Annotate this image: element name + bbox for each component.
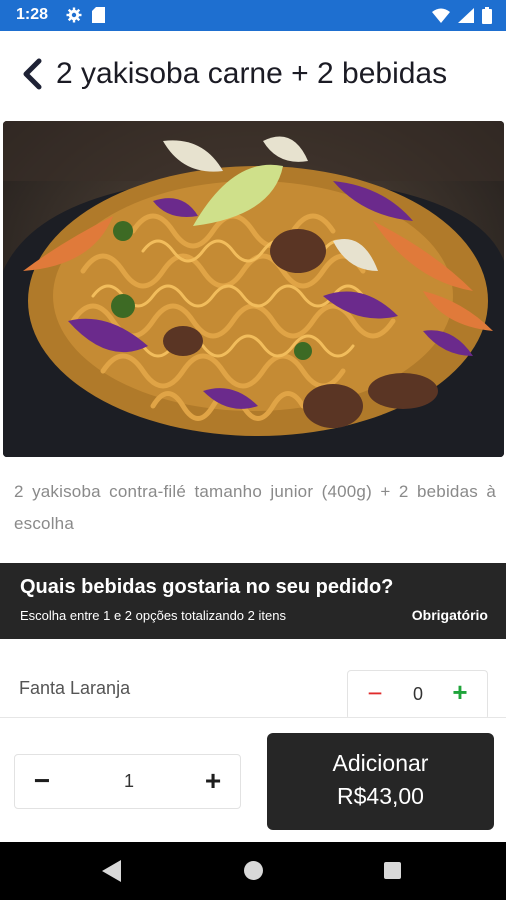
back-arrow-icon[interactable] (18, 56, 46, 92)
nav-recent-icon[interactable] (384, 862, 401, 879)
signal-icon (458, 8, 474, 23)
option-decrease-button[interactable]: − (362, 680, 388, 707)
product-image (3, 121, 504, 457)
drinks-section-header: Quais bebidas gostaria no seu pedido? Es… (0, 563, 506, 639)
status-bar: 1:28 (0, 0, 506, 31)
add-to-cart-button[interactable]: Adicionar R$43,00 (267, 733, 494, 830)
section-subtitle: Escolha entre 1 e 2 opções totalizando 2… (20, 608, 286, 623)
quantity-increase-button[interactable]: + (198, 766, 228, 796)
yakisoba-photo (3, 121, 504, 457)
required-badge: Obrigatório (411, 607, 488, 623)
sd-card-icon (92, 7, 105, 23)
quantity-value: 1 (123, 771, 134, 791)
settings-icon (66, 7, 82, 23)
footer-bar: − 1 + Adicionar R$43,00 (0, 717, 506, 842)
option-quantity-value: 0 (412, 684, 423, 704)
option-increase-button[interactable]: + (447, 679, 473, 706)
status-time: 1:28 (16, 6, 49, 23)
system-navigation-bar (0, 842, 506, 900)
wifi-icon (432, 8, 450, 23)
status-right-icons (432, 7, 492, 24)
section-question: Quais bebidas gostaria no seu pedido? (20, 576, 394, 598)
add-button-label: Adicionar (332, 750, 429, 776)
nav-home-icon[interactable] (244, 861, 263, 880)
nav-back-icon[interactable] (102, 860, 121, 882)
status-left-icons (66, 7, 105, 23)
option-quantity-stepper: − 0 + (347, 670, 488, 720)
product-description: 2 yakisoba contra-filé tamanho junior (4… (14, 482, 496, 533)
page-title: 2 yakisoba carne + 2 bebidas (56, 57, 448, 90)
header: 2 yakisoba carne + 2 bebidas (0, 31, 506, 119)
quantity-stepper: − 1 + (14, 754, 241, 809)
add-button-price: R$43,00 (337, 783, 424, 809)
option-name-fanta-laranja: Fanta Laranja (19, 678, 131, 698)
battery-icon (482, 7, 492, 24)
quantity-decrease-button[interactable]: − (27, 767, 57, 797)
